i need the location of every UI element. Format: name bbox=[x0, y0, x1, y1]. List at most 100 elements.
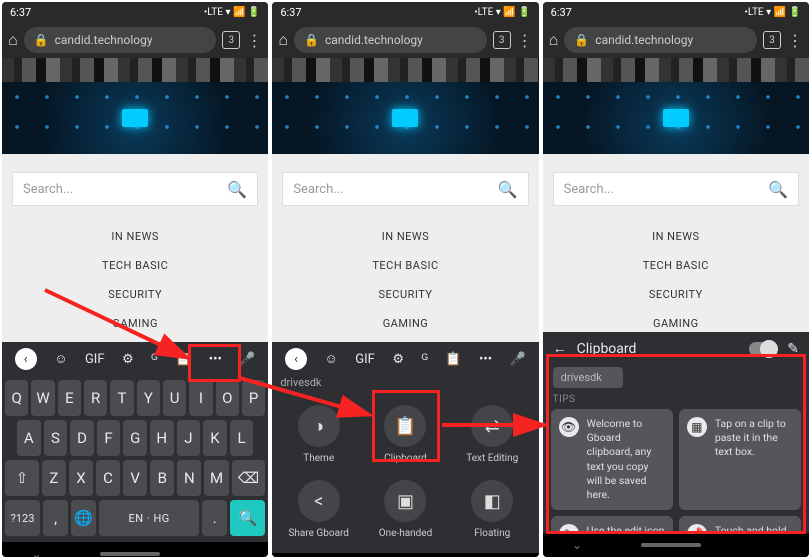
nav-item[interactable]: SECURITY bbox=[543, 280, 809, 309]
search-icon[interactable]: 🔍 bbox=[768, 180, 788, 199]
chrome-menu-icon[interactable]: ⋮ bbox=[517, 31, 533, 50]
nav-item[interactable]: IN NEWS bbox=[543, 222, 809, 251]
tip-card[interactable]: 👁 Welcome to Gboard clipboard, any text … bbox=[551, 409, 673, 510]
nav-item[interactable]: IN NEWS bbox=[272, 222, 538, 251]
menu-floating[interactable]: ◧ Floating bbox=[450, 474, 535, 547]
site-search-input[interactable]: Search... 🔍 bbox=[12, 172, 258, 206]
settings-icon[interactable]: ⚙ bbox=[392, 352, 404, 367]
key[interactable]: X bbox=[69, 460, 93, 496]
key[interactable]: S bbox=[44, 420, 68, 456]
backspace-key[interactable]: ⌫ bbox=[232, 460, 266, 496]
back-icon[interactable]: ← bbox=[553, 340, 567, 357]
key[interactable]: W bbox=[31, 380, 54, 416]
menu-text-editing[interactable]: ⇄ Text Editing bbox=[450, 399, 535, 472]
key[interactable]: I bbox=[189, 380, 212, 416]
search-icon[interactable]: 🔍 bbox=[498, 180, 518, 199]
key[interactable]: L bbox=[230, 420, 254, 456]
url-bar[interactable]: 🔒 candid.technology bbox=[564, 27, 757, 53]
menu-clipboard[interactable]: 📋 Clipboard bbox=[363, 399, 448, 472]
menu-share[interactable]: < Share Gboard bbox=[276, 474, 361, 547]
search-key[interactable]: 🔍 bbox=[230, 500, 265, 536]
key[interactable]: J bbox=[177, 420, 201, 456]
comma-key[interactable]: , bbox=[43, 500, 68, 536]
url-bar[interactable]: 🔒 candid.technology bbox=[294, 27, 487, 53]
key[interactable]: D bbox=[70, 420, 94, 456]
share-icon: < bbox=[298, 480, 340, 522]
nav-item[interactable]: TECH BASIC bbox=[543, 251, 809, 280]
key[interactable]: H bbox=[150, 420, 174, 456]
nav-item[interactable]: TECH BASIC bbox=[272, 251, 538, 280]
url-bar[interactable]: 🔒 candid.technology bbox=[24, 27, 217, 53]
menu-theme[interactable]: ◑ Theme bbox=[276, 399, 361, 472]
mic-icon[interactable]: 🎤 bbox=[239, 352, 255, 367]
key[interactable]: F bbox=[97, 420, 121, 456]
page-body: Search... 🔍 IN NEWS TECH BASIC SECURITY … bbox=[543, 154, 809, 340]
menu-one-handed[interactable]: ▣ One-handed bbox=[363, 474, 448, 547]
key[interactable]: E bbox=[58, 380, 81, 416]
settings-icon[interactable]: ⚙ bbox=[122, 352, 134, 367]
tab-switcher[interactable]: 3 bbox=[222, 31, 240, 49]
key[interactable]: V bbox=[123, 460, 147, 496]
more-icon[interactable]: ••• bbox=[479, 352, 492, 367]
mic-icon[interactable]: 🎤 bbox=[510, 352, 526, 367]
chrome-menu-icon[interactable]: ⋮ bbox=[246, 31, 262, 50]
suggestion-bar[interactable]: drivesdk bbox=[272, 376, 538, 391]
tab-switcher[interactable]: 3 bbox=[493, 31, 511, 49]
key[interactable]: N bbox=[177, 460, 201, 496]
clipboard-icon[interactable]: 📋 bbox=[445, 352, 461, 367]
kbd-back-icon[interactable]: ‹ bbox=[285, 348, 307, 370]
key[interactable]: M bbox=[204, 460, 228, 496]
tab-switcher[interactable]: 3 bbox=[763, 31, 781, 49]
sticker-icon[interactable]: ☺ bbox=[54, 351, 67, 367]
symbols-key[interactable]: ?123 bbox=[5, 500, 40, 536]
nav-home-pill[interactable] bbox=[100, 552, 160, 556]
url-text: candid.technology bbox=[325, 33, 423, 47]
translate-icon[interactable]: ᴳ bbox=[151, 351, 157, 367]
key[interactable]: C bbox=[96, 460, 120, 496]
nav-item[interactable]: TECH BASIC bbox=[2, 251, 268, 280]
gif-button[interactable]: GIF bbox=[355, 352, 375, 367]
gif-button[interactable]: GIF bbox=[85, 352, 105, 367]
home-icon[interactable]: ⌂ bbox=[549, 30, 559, 50]
translate-icon[interactable]: ᴳ bbox=[421, 351, 427, 367]
more-icon[interactable]: ••• bbox=[209, 352, 222, 367]
kbd-back-icon[interactable]: ‹ bbox=[15, 348, 37, 370]
edit-icon[interactable]: ✎ bbox=[787, 341, 799, 357]
clipboard-icon[interactable]: 📋 bbox=[175, 352, 191, 367]
key[interactable]: R bbox=[84, 380, 107, 416]
tip-card[interactable]: ▦ Tap on a clip to paste it in the text … bbox=[679, 409, 801, 510]
key[interactable]: K bbox=[203, 420, 227, 456]
shift-key[interactable]: ⇧ bbox=[5, 460, 39, 496]
clipboard-chip[interactable]: drivesdk bbox=[553, 367, 623, 388]
search-icon[interactable]: 🔍 bbox=[227, 180, 247, 199]
nav-item[interactable]: GAMING bbox=[272, 309, 538, 338]
period-key[interactable]: . bbox=[202, 500, 227, 536]
key[interactable]: B bbox=[150, 460, 174, 496]
nav-item[interactable]: SECURITY bbox=[2, 280, 268, 309]
sticker-icon[interactable]: ☺ bbox=[325, 351, 338, 367]
space-key[interactable]: EN · HG bbox=[99, 500, 199, 536]
key[interactable]: A bbox=[17, 420, 41, 456]
nav-item[interactable]: SECURITY bbox=[272, 280, 538, 309]
key[interactable]: T bbox=[110, 380, 133, 416]
clipboard-toggle[interactable] bbox=[749, 342, 777, 356]
nav-home-pill[interactable] bbox=[641, 543, 701, 547]
nav-item[interactable]: IN NEWS bbox=[2, 222, 268, 251]
key[interactable]: G bbox=[123, 420, 147, 456]
key[interactable]: Z bbox=[42, 460, 66, 496]
key[interactable]: P bbox=[242, 380, 265, 416]
site-search-input[interactable]: Search... 🔍 bbox=[282, 172, 528, 206]
nav-down-icon[interactable]: ⌄ bbox=[31, 547, 41, 557]
key[interactable]: Q bbox=[5, 380, 28, 416]
key[interactable]: Y bbox=[137, 380, 160, 416]
home-icon[interactable]: ⌂ bbox=[8, 30, 18, 50]
key[interactable]: O bbox=[216, 380, 239, 416]
site-search-input[interactable]: Search... 🔍 bbox=[553, 172, 799, 206]
globe-key[interactable]: 🌐 bbox=[71, 500, 96, 536]
nav-down-icon[interactable]: ⌄ bbox=[572, 538, 582, 552]
home-icon[interactable]: ⌂ bbox=[278, 30, 288, 50]
nav-item[interactable]: GAMING bbox=[2, 309, 268, 338]
key[interactable]: U bbox=[163, 380, 186, 416]
chrome-menu-icon[interactable]: ⋮ bbox=[787, 31, 803, 50]
hero-image bbox=[272, 82, 538, 154]
